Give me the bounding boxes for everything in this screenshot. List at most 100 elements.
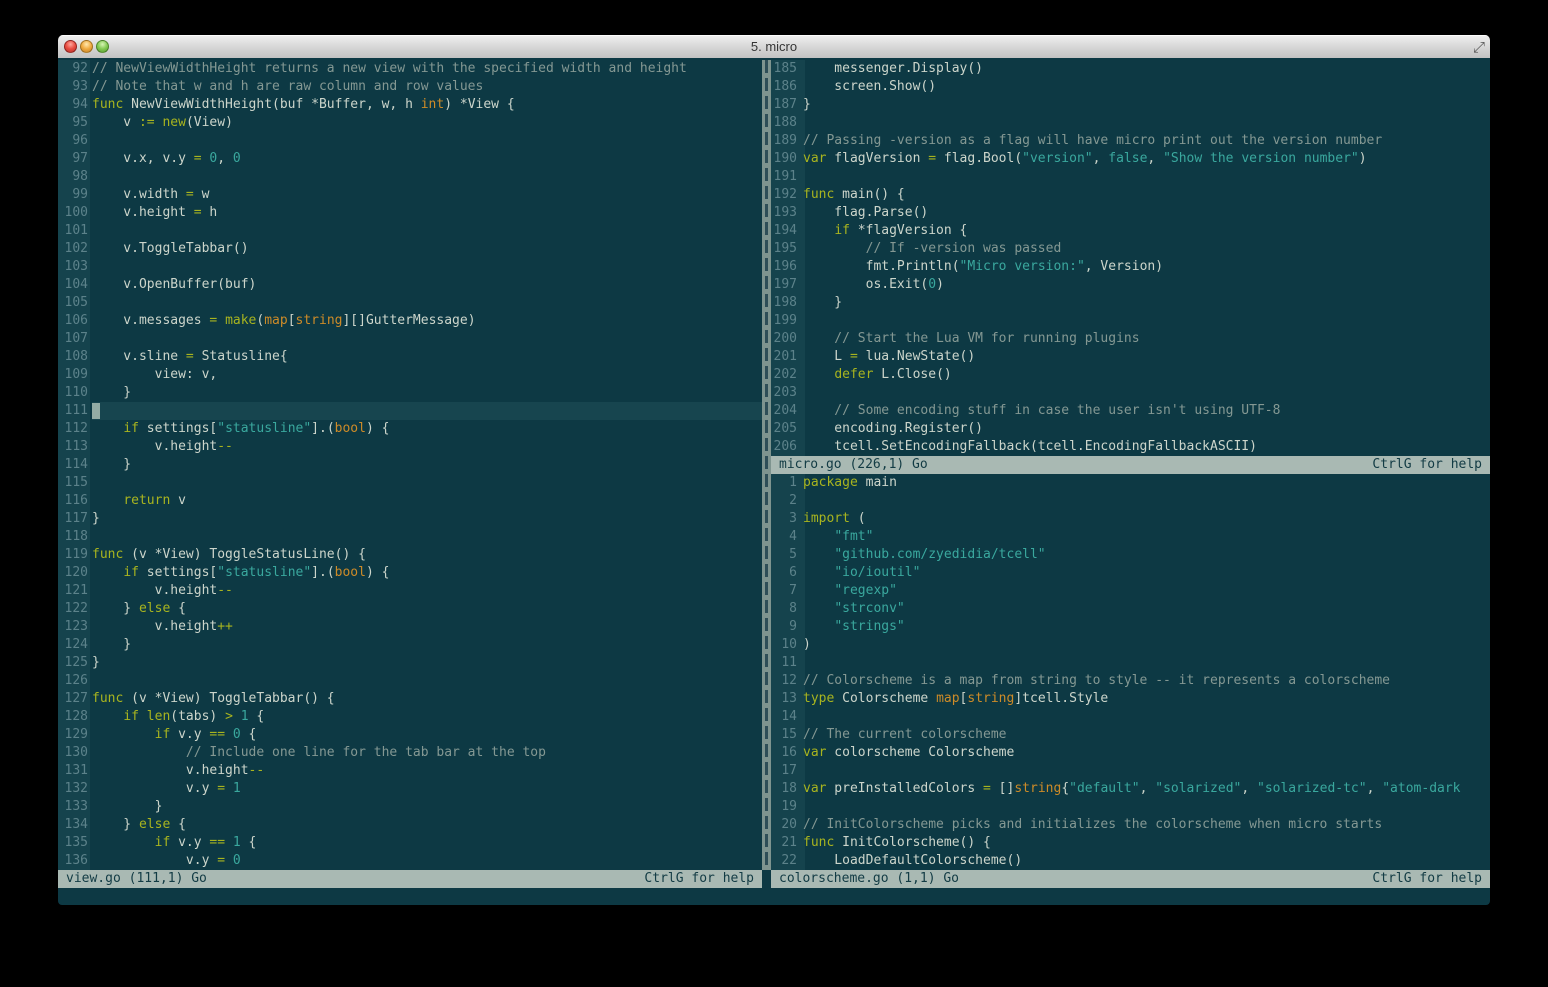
- code-line[interactable]: 113 v.height--: [58, 438, 762, 456]
- code-line[interactable]: 13type Colorscheme map[string]tcell.Styl…: [771, 690, 1490, 708]
- code-line[interactable]: 111: [58, 402, 762, 420]
- code-line[interactable]: 11: [771, 654, 1490, 672]
- code-line[interactable]: 3import (: [771, 510, 1490, 528]
- code-line[interactable]: 188: [771, 114, 1490, 132]
- code-line[interactable]: 132 v.y = 1: [58, 780, 762, 798]
- code-line[interactable]: 131 v.height--: [58, 762, 762, 780]
- code-line[interactable]: 194 if *flagVersion {: [771, 222, 1490, 240]
- code-line[interactable]: 106 v.messages = make(map[string][]Gutte…: [58, 312, 762, 330]
- code-line[interactable]: 191: [771, 168, 1490, 186]
- code-line[interactable]: 129 if v.y == 0 {: [58, 726, 762, 744]
- code-line[interactable]: 14: [771, 708, 1490, 726]
- code-line[interactable]: 195 // If -version was passed: [771, 240, 1490, 258]
- code-line[interactable]: 9 "strings": [771, 618, 1490, 636]
- code-line[interactable]: 128 if len(tabs) > 1 {: [58, 708, 762, 726]
- code-line[interactable]: 2: [771, 492, 1490, 510]
- line-number: 192: [771, 186, 797, 204]
- code-line[interactable]: 110 }: [58, 384, 762, 402]
- line-number: 92: [58, 60, 88, 78]
- line-number: 108: [58, 348, 88, 366]
- code-line[interactable]: 105: [58, 294, 762, 312]
- code-line[interactable]: 130 // Include one line for the tab bar …: [58, 744, 762, 762]
- code-line[interactable]: 126: [58, 672, 762, 690]
- code-line[interactable]: 5 "github.com/zyedidia/tcell": [771, 546, 1490, 564]
- code-line[interactable]: 192func main() {: [771, 186, 1490, 204]
- code-line[interactable]: 107: [58, 330, 762, 348]
- code-line[interactable]: 122 } else {: [58, 600, 762, 618]
- code-line[interactable]: 201 L = lua.NewState(): [771, 348, 1490, 366]
- line-number: 195: [771, 240, 797, 258]
- code-line[interactable]: 190var flagVersion = flag.Bool("version"…: [771, 150, 1490, 168]
- pane-divider[interactable]: [762, 60, 771, 870]
- code-line[interactable]: 205 encoding.Register(): [771, 420, 1490, 438]
- code-line[interactable]: 15// The current colorscheme: [771, 726, 1490, 744]
- code-line[interactable]: 118: [58, 528, 762, 546]
- code-line[interactable]: 8 "strconv": [771, 600, 1490, 618]
- code-line[interactable]: 197 os.Exit(0): [771, 276, 1490, 294]
- code-line[interactable]: 119func (v *View) ToggleStatusLine() {: [58, 546, 762, 564]
- code-line[interactable]: 116 return v: [58, 492, 762, 510]
- code-line[interactable]: 134 } else {: [58, 816, 762, 834]
- window-titlebar[interactable]: 5. micro ⤢: [58, 35, 1490, 59]
- code-line[interactable]: 123 v.height++: [58, 618, 762, 636]
- line-number: 16: [771, 744, 797, 762]
- editor-pane-micro-go[interactable]: 185 messenger.Display()186 screen.Show()…: [771, 60, 1490, 456]
- code-line[interactable]: 204 // Some encoding stuff in case the u…: [771, 402, 1490, 420]
- code-line[interactable]: 19: [771, 798, 1490, 816]
- code-line[interactable]: 196 fmt.Println("Micro version:", Versio…: [771, 258, 1490, 276]
- code-line[interactable]: 22 LoadDefaultColorscheme(): [771, 852, 1490, 870]
- code-line[interactable]: 97 v.x, v.y = 0, 0: [58, 150, 762, 168]
- code-line[interactable]: 17: [771, 762, 1490, 780]
- code-line[interactable]: 199: [771, 312, 1490, 330]
- code-line[interactable]: 189// Passing -version as a flag will ha…: [771, 132, 1490, 150]
- code-line[interactable]: 125}: [58, 654, 762, 672]
- code-line[interactable]: 103: [58, 258, 762, 276]
- code-line[interactable]: 117}: [58, 510, 762, 528]
- code-line[interactable]: 16var colorscheme Colorscheme: [771, 744, 1490, 762]
- code-line[interactable]: 206 tcell.SetEncodingFallback(tcell.Enco…: [771, 438, 1490, 456]
- code-line[interactable]: 203: [771, 384, 1490, 402]
- code-line[interactable]: 93// Note that w and h are raw column an…: [58, 78, 762, 96]
- code-line[interactable]: 104 v.OpenBuffer(buf): [58, 276, 762, 294]
- code-line[interactable]: 193 flag.Parse(): [771, 204, 1490, 222]
- code-line[interactable]: 109 view: v,: [58, 366, 762, 384]
- code-line[interactable]: 92// NewViewWidthHeight returns a new vi…: [58, 60, 762, 78]
- code-line[interactable]: 127func (v *View) ToggleTabbar() {: [58, 690, 762, 708]
- code-line[interactable]: 112 if settings["statusline"].(bool) {: [58, 420, 762, 438]
- code-line[interactable]: 186 screen.Show(): [771, 78, 1490, 96]
- editor-pane-view-go[interactable]: 92// NewViewWidthHeight returns a new vi…: [58, 60, 762, 870]
- code-line[interactable]: 108 v.sline = Statusline{: [58, 348, 762, 366]
- code-line[interactable]: 100 v.height = h: [58, 204, 762, 222]
- code-line[interactable]: 121 v.height--: [58, 582, 762, 600]
- code-line[interactable]: 135 if v.y == 1 {: [58, 834, 762, 852]
- code-line[interactable]: 98: [58, 168, 762, 186]
- code-line[interactable]: 96: [58, 132, 762, 150]
- code-line[interactable]: 6 "io/ioutil": [771, 564, 1490, 582]
- code-line[interactable]: 120 if settings["statusline"].(bool) {: [58, 564, 762, 582]
- code-line[interactable]: 4 "fmt": [771, 528, 1490, 546]
- code-line[interactable]: 101: [58, 222, 762, 240]
- code-line[interactable]: 200 // Start the Lua VM for running plug…: [771, 330, 1490, 348]
- code-line[interactable]: 187}: [771, 96, 1490, 114]
- code-line[interactable]: 185 messenger.Display(): [771, 60, 1490, 78]
- code-line[interactable]: 94func NewViewWidthHeight(buf *Buffer, w…: [58, 96, 762, 114]
- code-line[interactable]: 99 v.width = w: [58, 186, 762, 204]
- code-line[interactable]: 136 v.y = 0: [58, 852, 762, 870]
- code-line[interactable]: 202 defer L.Close(): [771, 366, 1490, 384]
- editor-pane-colorscheme-go[interactable]: 1package main23import (4 "fmt"5 "github.…: [771, 474, 1490, 870]
- code-line[interactable]: 1package main: [771, 474, 1490, 492]
- code-line[interactable]: 21func InitColorscheme() {: [771, 834, 1490, 852]
- code-line[interactable]: 7 "regexp": [771, 582, 1490, 600]
- code-line[interactable]: 124 }: [58, 636, 762, 654]
- code-line[interactable]: 114 }: [58, 456, 762, 474]
- code-line[interactable]: 20// InitColorscheme picks and initializ…: [771, 816, 1490, 834]
- code-line[interactable]: 198 }: [771, 294, 1490, 312]
- code-line[interactable]: 18var preInstalledColors = []string{"def…: [771, 780, 1490, 798]
- code-line[interactable]: 12// Colorscheme is a map from string to…: [771, 672, 1490, 690]
- code-line[interactable]: 102 v.ToggleTabbar(): [58, 240, 762, 258]
- code-line[interactable]: 95 v := new(View): [58, 114, 762, 132]
- code-line[interactable]: 10): [771, 636, 1490, 654]
- code-line[interactable]: 133 }: [58, 798, 762, 816]
- fullscreen-expand-icon[interactable]: ⤢: [1473, 36, 1485, 58]
- code-line[interactable]: 115: [58, 474, 762, 492]
